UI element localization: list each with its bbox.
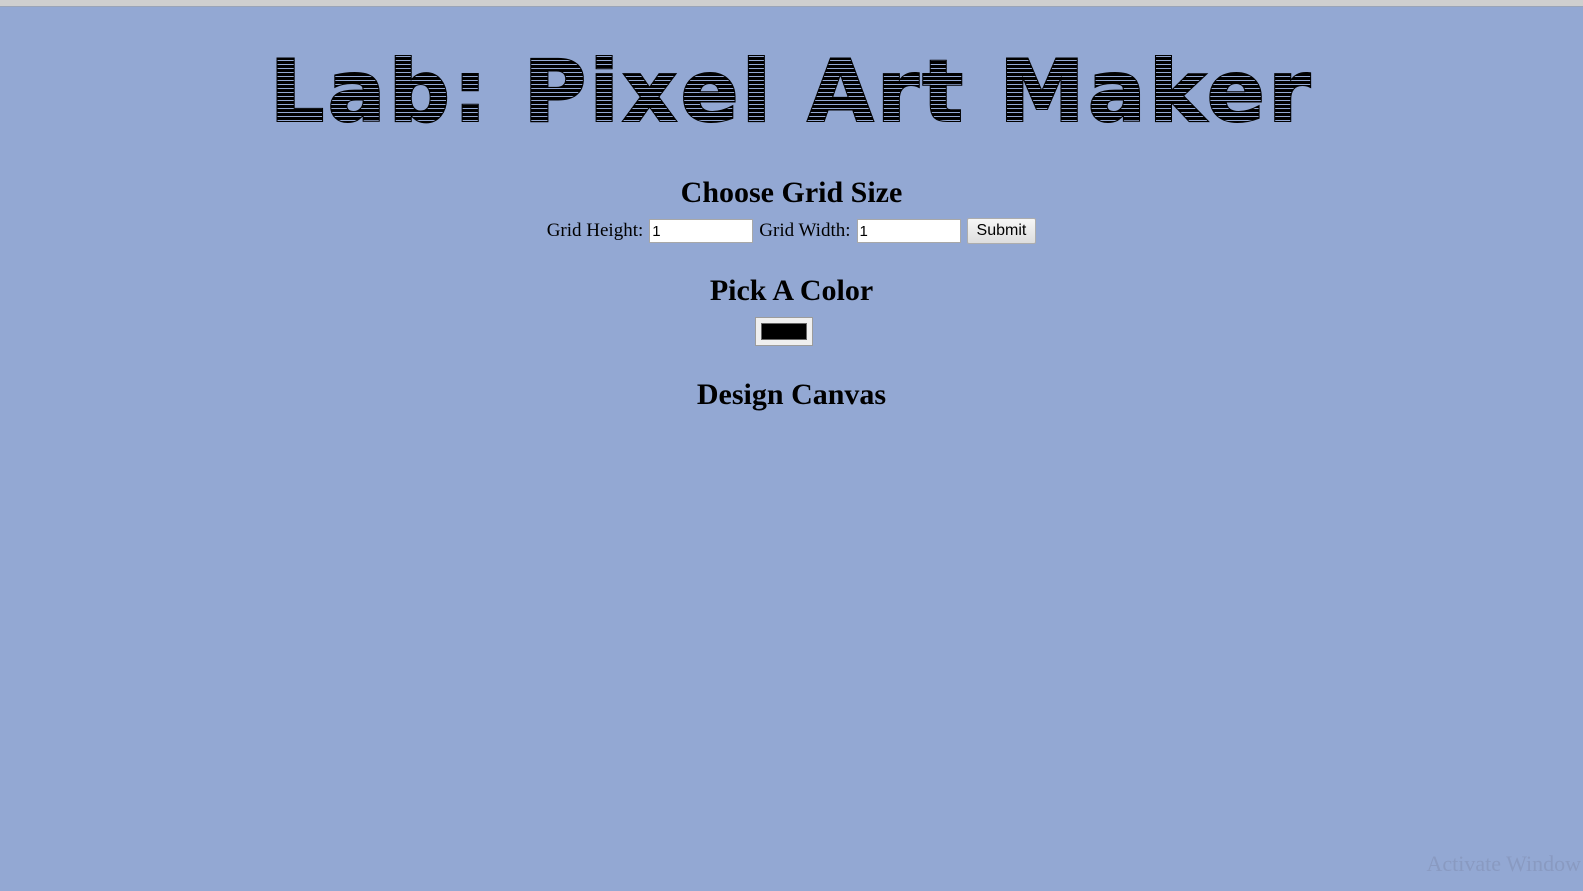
- design-canvas[interactable]: [0, 420, 1583, 840]
- grid-width-input[interactable]: [856, 219, 961, 243]
- grid-size-form: Grid Height: Grid Width: Submit: [0, 218, 1583, 244]
- grid-width-label: Grid Width:: [759, 220, 851, 241]
- submit-button[interactable]: Submit: [966, 218, 1037, 244]
- activate-windows-watermark: Activate Window: [1426, 851, 1581, 876]
- pick-color-heading: Pick A Color: [709, 274, 874, 307]
- browser-top-edge: [0, 0, 1583, 7]
- page-title: Lab: Pixel Art Maker Lab: Pixel Art Make…: [269, 42, 1314, 142]
- grid-height-label: Grid Height:: [546, 220, 644, 241]
- page-header: Lab: Pixel Art Maker Lab: Pixel Art Make…: [0, 42, 1583, 142]
- grid-height-input[interactable]: [649, 219, 754, 243]
- color-picker[interactable]: [755, 317, 813, 346]
- design-canvas-heading: Design Canvas: [696, 378, 887, 411]
- color-picker-swatch: [761, 323, 807, 340]
- grid-size-heading: Choose Grid Size: [680, 176, 903, 209]
